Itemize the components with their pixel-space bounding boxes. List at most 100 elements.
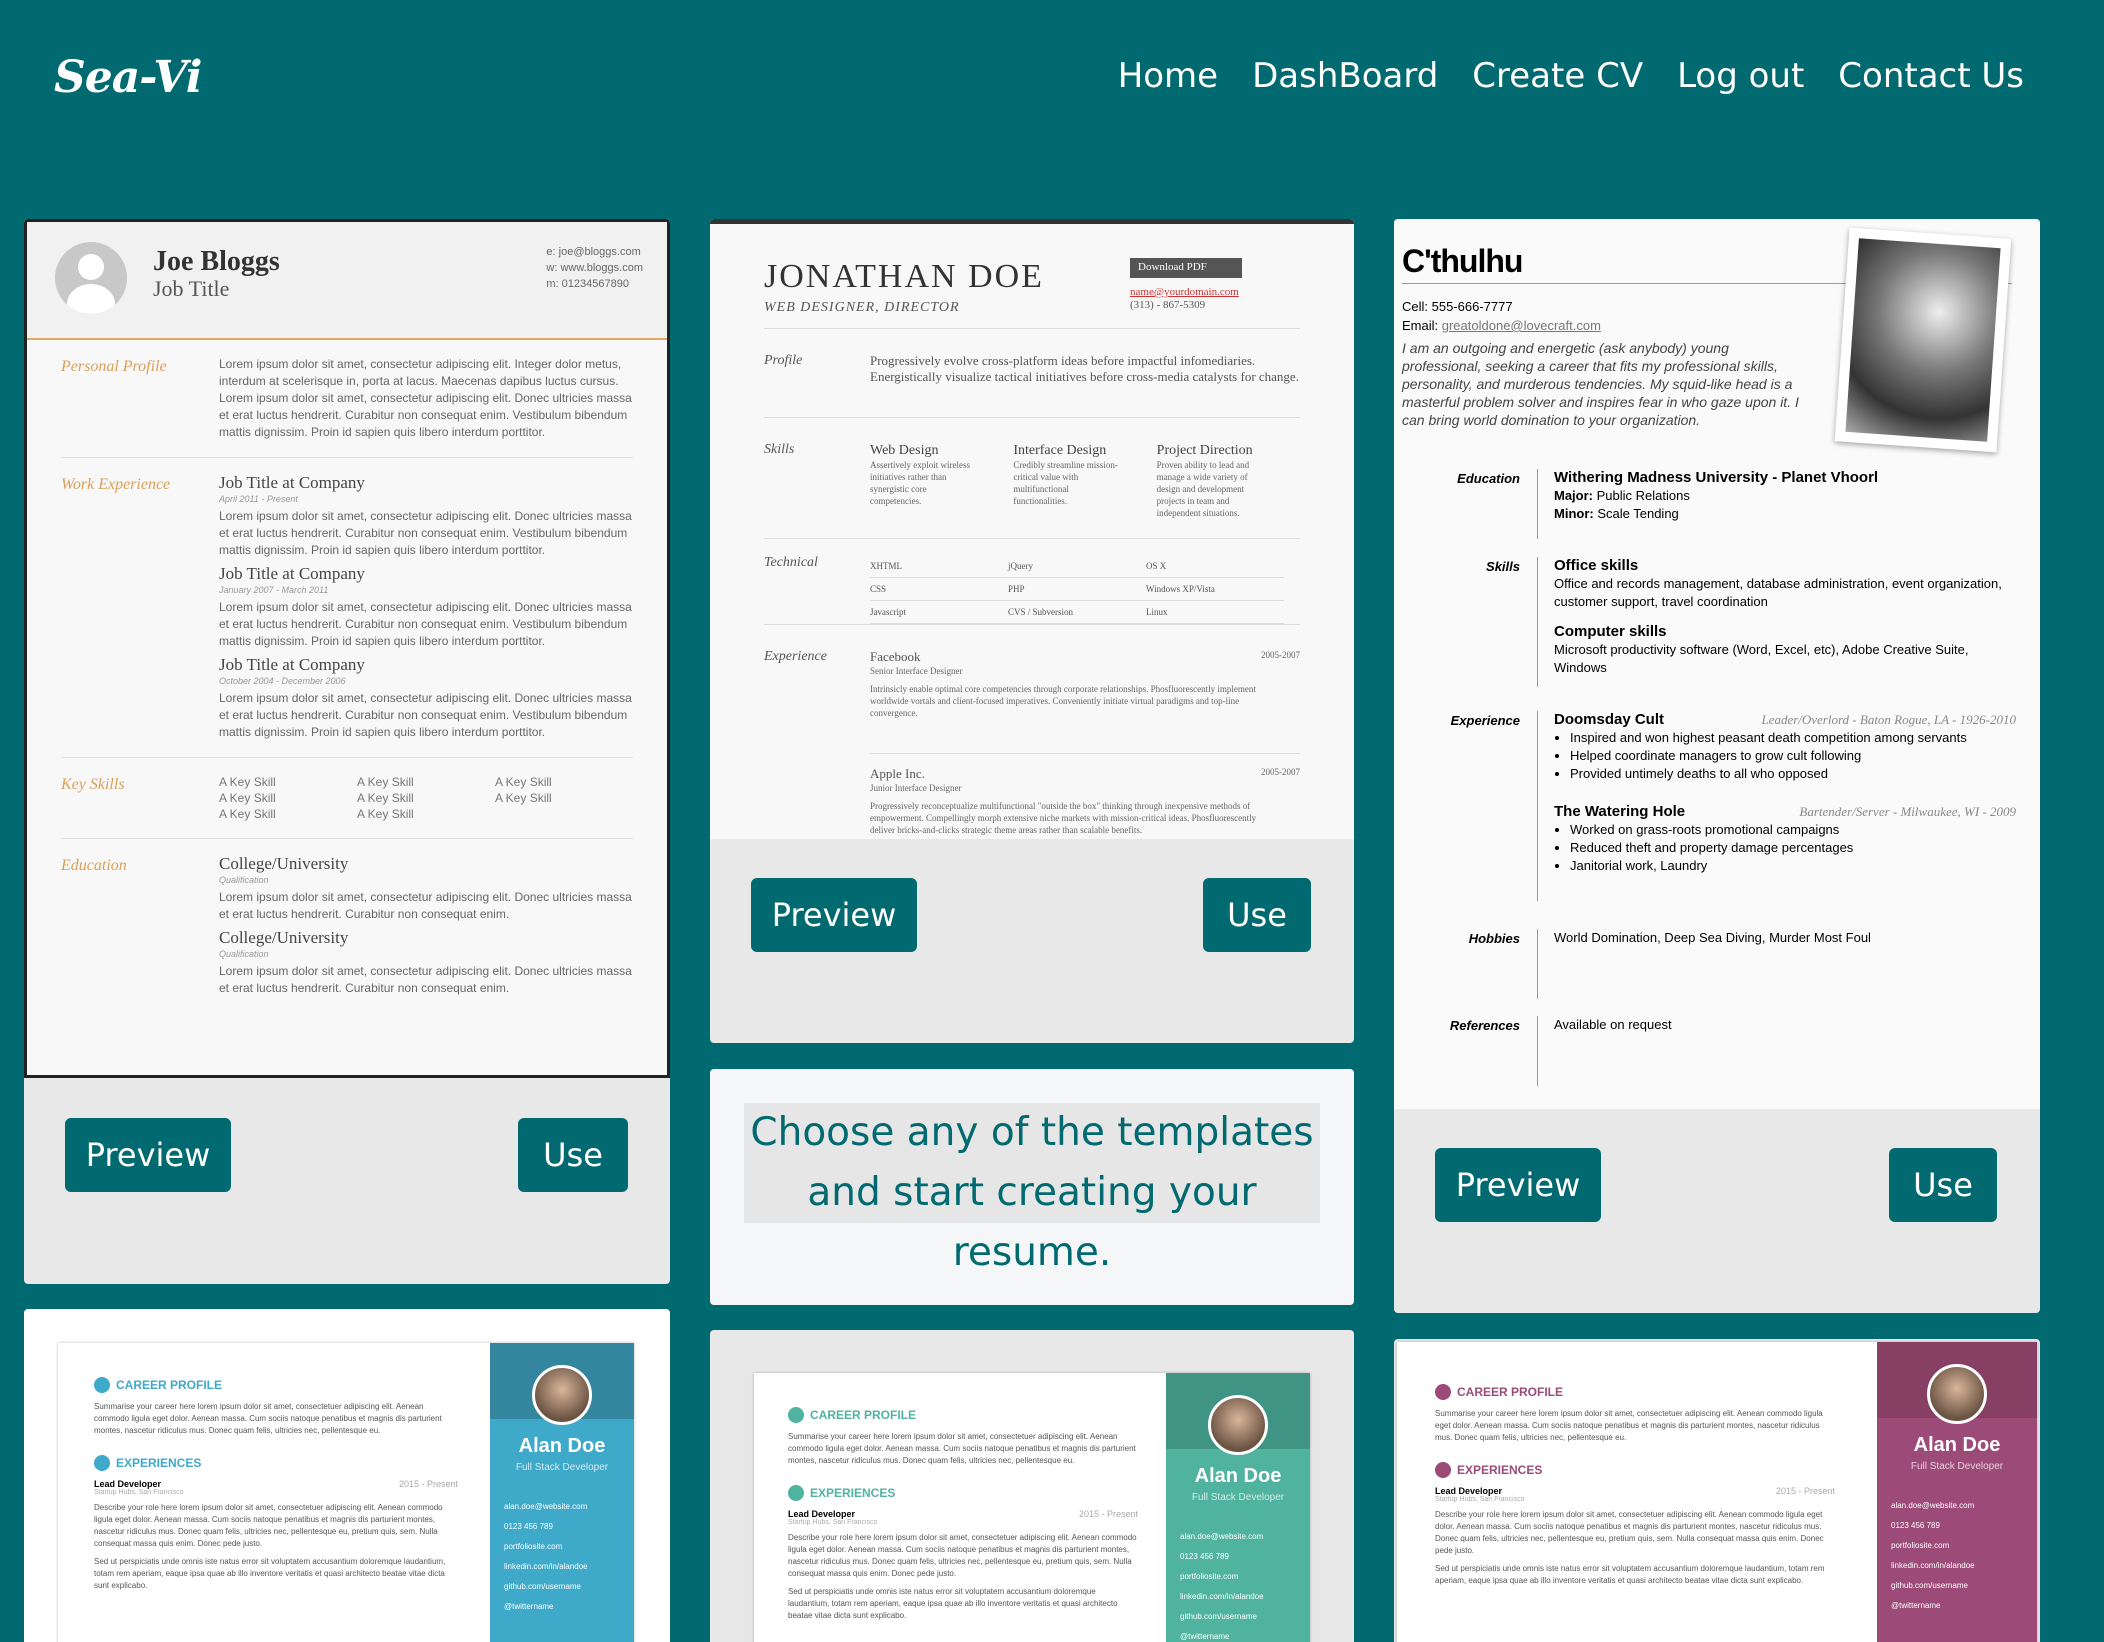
heading-text: CAREER PROFILE xyxy=(1457,1385,1564,1399)
link-phone: 0123 456 789 xyxy=(1180,1552,1229,1561)
period: 2015 - Present xyxy=(1775,1486,1835,1496)
job-head: The Watering Hole Bartender/Server - Milw… xyxy=(1554,803,2016,821)
use-button[interactable]: Use xyxy=(1203,878,1311,952)
skill-name: Web Design xyxy=(870,443,939,458)
resume-job-title: Job Title xyxy=(153,276,230,301)
job-text: Lorem ipsum dolor sit amet, consectetur … xyxy=(219,691,632,739)
template-card-4: Alan Doe Full Stack Developer alan.doe@w… xyxy=(24,1309,670,1642)
section-profile: Personal Profile Lorem ipsum dolor sit a… xyxy=(61,340,633,458)
site-logo[interactable]: Sea-Vi xyxy=(54,52,202,103)
preview-button[interactable]: Preview xyxy=(751,878,917,952)
job-list: Inspired and won highest peasant death c… xyxy=(1570,729,2016,783)
skill-text: Microsoft productivity software (Word, E… xyxy=(1554,642,1969,675)
link-portfolio: portfoliosite.com xyxy=(1891,1541,1950,1550)
resume-email[interactable]: name@yourdomain.com xyxy=(1130,286,1239,298)
role-desc: Describe your role here lorem ipsum dolo… xyxy=(788,1533,1137,1578)
row-divider xyxy=(1537,1016,1538,1086)
company: Startup Hubs, San Francisco xyxy=(1435,1496,1525,1503)
row-label: References xyxy=(1449,1018,1520,1033)
career-heading: CAREER PROFILE xyxy=(788,1407,1138,1423)
link-twitter: @twittername xyxy=(1180,1632,1230,1641)
email-link[interactable]: greatoldone@lovecraft.com xyxy=(1442,318,1601,333)
exp-title: Senior Interface Designer xyxy=(870,666,963,676)
use-button[interactable]: Use xyxy=(1889,1148,1997,1222)
section-skills: Key Skills A Key Skill A Key Skill A Key… xyxy=(61,758,633,839)
heading-text: EXPERIENCES xyxy=(1457,1463,1543,1477)
resume-sidebar: Alan Doe Full Stack Developer alan.doe@w… xyxy=(1877,1342,2037,1642)
job-dates: April 2011 - Present xyxy=(219,494,298,504)
download-pdf-button[interactable]: Download PDF xyxy=(1130,258,1242,278)
email-label: Email: xyxy=(1402,318,1439,333)
job-item: Inspired and won highest peasant death c… xyxy=(1570,729,2016,747)
resume-title: Full Stack Developer xyxy=(1191,1492,1285,1503)
minor-value: Scale Tending xyxy=(1597,506,1679,521)
tech-item: Javascript xyxy=(870,601,1008,624)
template-preview-3: C'thulhu Cell: 555-666-7777 Email: great… xyxy=(1394,219,2040,1109)
career-heading: CAREER PROFILE xyxy=(1435,1384,1835,1400)
tech-item: PHP xyxy=(1008,578,1146,601)
career-heading: CAREER PROFILE xyxy=(94,1377,458,1393)
exp-heading: EXPERIENCES xyxy=(1435,1462,1835,1478)
job-title: Job Title at Company xyxy=(219,655,365,674)
row-content: Office skills Office and records managem… xyxy=(1554,557,2016,677)
row-label: Skills xyxy=(764,442,795,457)
skill: A Key Skill xyxy=(357,775,414,789)
row-content: Withering Madness University - Planet Vh… xyxy=(1554,469,2016,523)
row-label: Education xyxy=(1457,471,1520,486)
preview-button[interactable]: Preview xyxy=(65,1118,231,1192)
link-linkedin: linkedin.com/in/alandoe xyxy=(1891,1561,1975,1570)
nav-log-out[interactable]: Log out xyxy=(1677,56,1804,96)
link-twitter: @twittername xyxy=(504,1602,554,1611)
exp-title: Junior Interface Designer xyxy=(870,783,962,793)
work-list: Job Title at Company April 2011 - Presen… xyxy=(219,474,633,741)
exp-years: 2005-2007 xyxy=(1261,650,1300,660)
row-divider xyxy=(1537,711,1538,901)
company: Startup Hubs, San Francisco xyxy=(788,1519,878,1526)
section-work: Work Experience Job Title at Company Apr… xyxy=(61,458,633,758)
resume-sidebar: Alan Doe Full Stack Developer alan.doe@w… xyxy=(490,1343,634,1642)
contact-cell: Cell: 555-666-7777 xyxy=(1402,299,1513,314)
exp-years: 2005-2007 xyxy=(1261,767,1300,777)
user-icon xyxy=(94,1377,110,1393)
exp-head: Facebook 2005-2007 xyxy=(870,649,1300,665)
exp-heading: EXPERIENCES xyxy=(788,1485,1138,1501)
briefcase-icon xyxy=(788,1485,804,1501)
row-label: Profile xyxy=(764,353,803,368)
avatar xyxy=(55,242,127,314)
skill-name: Computer skills xyxy=(1554,623,1667,640)
role: Lead Developer xyxy=(788,1509,856,1519)
link-github: github.com/username xyxy=(504,1582,581,1591)
nav-home[interactable]: Home xyxy=(1118,56,1218,96)
section-label: Personal Profile xyxy=(61,358,167,375)
template-preview-2: JONATHAN DOE WEB DESIGNER, DIRECTOR Down… xyxy=(710,219,1354,839)
link-email: alan.doe@website.com xyxy=(504,1502,588,1511)
role: Lead Developer xyxy=(94,1479,162,1489)
role-row: Lead Developer 2015 - Present xyxy=(788,1509,1138,1519)
row-profile: Profile Progressively evolve cross-platf… xyxy=(764,328,1300,384)
role-desc-2: Sed ut perspiciatis unde omnis iste natu… xyxy=(94,1557,446,1590)
exp-text: Progressively reconceptualize multifunct… xyxy=(870,801,1257,835)
nav-contact-us[interactable]: Contact Us xyxy=(1838,56,2024,96)
skill: A Key Skill xyxy=(219,775,276,789)
contact-links: alan.doe@website.com 0123 456 789 portfo… xyxy=(1877,1472,2037,1616)
briefcase-icon xyxy=(1435,1462,1451,1478)
skill: A Key Skill xyxy=(357,807,414,821)
nav-create-cv[interactable]: Create CV xyxy=(1472,56,1643,96)
role: Lead Developer xyxy=(1435,1486,1503,1496)
use-button[interactable]: Use xyxy=(518,1118,628,1192)
job-list: Worked on grass-roots promotional campai… xyxy=(1570,821,2016,875)
row-technical: Technical XHTML jQuery OS X CSS PHP Wind… xyxy=(764,538,1300,624)
tech-item: jQuery xyxy=(1008,555,1146,578)
preview-button[interactable]: Preview xyxy=(1435,1148,1601,1222)
row-label: Hobbies xyxy=(1468,931,1520,946)
skill: A Key Skill xyxy=(357,791,414,805)
template-card-5: Alan Doe Full Stack Developer alan.doe@w… xyxy=(710,1330,1354,1642)
tech-item: CSS xyxy=(870,578,1008,601)
contact-links: alan.doe@website.com 0123 456 789 portfo… xyxy=(1166,1503,1310,1642)
heading-text: EXPERIENCES xyxy=(810,1486,896,1500)
resume-title: Full Stack Developer xyxy=(515,1462,609,1473)
skill-text: Office and records management, database … xyxy=(1554,576,2002,609)
row-label: Experience xyxy=(1450,713,1520,728)
nav-dashboard[interactable]: DashBoard xyxy=(1252,56,1438,96)
edu-title: College/University xyxy=(219,928,349,947)
